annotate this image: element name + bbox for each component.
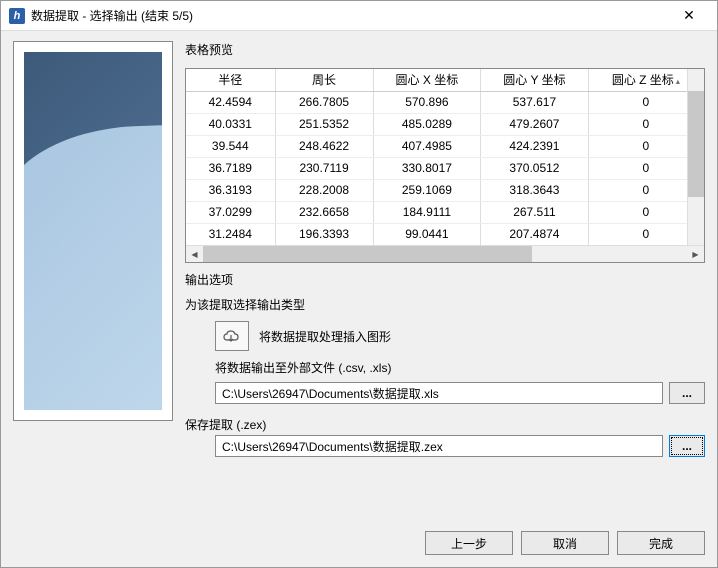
table-cell: 248.4622: [275, 135, 373, 157]
table-row[interactable]: 40.0331251.5352485.0289479.26070: [186, 113, 704, 135]
table-cell: 479.2607: [481, 113, 588, 135]
app-icon: h: [9, 8, 25, 24]
table-cell: 267.511: [481, 201, 588, 223]
export-label: 将数据输出至外部文件 (.csv, .xls): [215, 359, 705, 376]
export-path-input[interactable]: [215, 382, 663, 404]
table-cell: 37.0299: [186, 201, 275, 223]
table-row[interactable]: 39.544248.4622407.4985424.23910: [186, 135, 704, 157]
table-container: 半径 周长 圆心 X 坐标 圆心 Y 坐标 圆心 Z 坐标▴ 42.459426…: [185, 68, 705, 263]
export-browse-button[interactable]: ...: [669, 382, 705, 404]
save-path-input[interactable]: [215, 435, 663, 457]
table-cell: 99.0441: [373, 223, 481, 245]
output-type-label: 为该提取选择输出类型: [185, 296, 705, 313]
cloud-icon: [222, 328, 242, 344]
table-cell: 407.4985: [373, 135, 481, 157]
table-cell: 40.0331: [186, 113, 275, 135]
table-row[interactable]: 36.7189230.7119330.8017370.05120: [186, 157, 704, 179]
col-label: 半径: [218, 73, 242, 87]
table-cell: 570.896: [373, 91, 481, 113]
preview-frame: [13, 41, 173, 421]
table-cell: 36.7189: [186, 157, 275, 179]
col-radius[interactable]: 半径: [186, 69, 275, 91]
table-cell: 370.0512: [481, 157, 588, 179]
col-perimeter[interactable]: 周长: [275, 69, 373, 91]
table-cell: 39.544: [186, 135, 275, 157]
table-cell: 318.3643: [481, 179, 588, 201]
cancel-button[interactable]: 取消: [521, 531, 609, 555]
col-center-x[interactable]: 圆心 X 坐标: [373, 69, 481, 91]
col-label: 圆心 X 坐标: [396, 73, 459, 87]
save-section: 保存提取 (.zex) ...: [185, 416, 705, 457]
close-button[interactable]: ✕: [669, 2, 709, 30]
save-label: 保存提取 (.zex): [185, 416, 705, 433]
insert-label: 将数据提取处理插入图形: [259, 328, 391, 345]
horizontal-scrollbar-thumb[interactable]: [203, 246, 532, 262]
table-cell: 251.5352: [275, 113, 373, 135]
save-path-row: ...: [215, 435, 705, 457]
output-options: 输出选项 为该提取选择输出类型 将数据提取处理插入图形 将数据输出至外部文件 (…: [185, 271, 705, 404]
col-center-y[interactable]: 圆心 Y 坐标: [481, 69, 588, 91]
insert-row: 将数据提取处理插入图形: [215, 321, 705, 351]
table-row[interactable]: 37.0299232.6658184.9111267.5110: [186, 201, 704, 223]
horizontal-scrollbar-track[interactable]: [203, 246, 687, 262]
output-section-label: 输出选项: [185, 271, 705, 288]
table-row[interactable]: 31.2484196.339399.0441207.48740: [186, 223, 704, 245]
right-pane: 表格预览 半径 周长 圆心 X 坐标 圆心 Y 坐标 圆心 Z 坐标▴: [185, 41, 705, 515]
sort-icon: ▴: [676, 77, 680, 86]
back-button[interactable]: 上一步: [425, 531, 513, 555]
close-icon: ✕: [683, 7, 695, 24]
table-cell: 330.8017: [373, 157, 481, 179]
scroll-left-icon[interactable]: ◀: [186, 246, 203, 263]
save-browse-button[interactable]: ...: [669, 435, 705, 457]
preview-pane: [13, 41, 173, 515]
table-cell: 31.2484: [186, 223, 275, 245]
table-cell: 42.4594: [186, 91, 275, 113]
footer: 上一步 取消 完成: [1, 523, 717, 567]
table-cell: 266.7805: [275, 91, 373, 113]
table-cell: 196.3393: [275, 223, 373, 245]
vertical-scrollbar-thumb[interactable]: [688, 91, 704, 197]
table-cell: 36.3193: [186, 179, 275, 201]
table-cell: 230.7119: [275, 157, 373, 179]
insert-into-drawing-button[interactable]: [215, 321, 249, 351]
data-table: 半径 周长 圆心 X 坐标 圆心 Y 坐标 圆心 Z 坐标▴ 42.459426…: [186, 69, 704, 245]
table-row[interactable]: 42.4594266.7805570.896537.6170: [186, 91, 704, 113]
window-title: 数据提取 - 选择输出 (结束 5/5): [31, 7, 669, 24]
horizontal-scrollbar[interactable]: ◀ ▶: [186, 245, 704, 262]
finish-button[interactable]: 完成: [617, 531, 705, 555]
table-preview-label: 表格预览: [185, 41, 705, 58]
col-label: 圆心 Y 坐标: [503, 73, 565, 87]
titlebar: h 数据提取 - 选择输出 (结束 5/5) ✕: [1, 1, 717, 31]
table-cell: 537.617: [481, 91, 588, 113]
preview-image: [24, 52, 162, 410]
table-cell: 485.0289: [373, 113, 481, 135]
col-label: 周长: [312, 73, 336, 87]
col-label: 圆心 Z 坐标: [612, 73, 674, 87]
table-header-row: 半径 周长 圆心 X 坐标 圆心 Y 坐标 圆心 Z 坐标▴: [186, 69, 704, 91]
content-area: 表格预览 半径 周长 圆心 X 坐标 圆心 Y 坐标 圆心 Z 坐标▴: [1, 31, 717, 523]
table-cell: 207.4874: [481, 223, 588, 245]
export-path-row: ...: [215, 382, 705, 404]
table-cell: 259.1069: [373, 179, 481, 201]
table-cell: 228.2008: [275, 179, 373, 201]
table-cell: 184.9111: [373, 201, 481, 223]
vertical-scrollbar[interactable]: [687, 69, 704, 245]
table-scroll[interactable]: 半径 周长 圆心 X 坐标 圆心 Y 坐标 圆心 Z 坐标▴ 42.459426…: [186, 69, 704, 245]
table-cell: 424.2391: [481, 135, 588, 157]
table-cell: 232.6658: [275, 201, 373, 223]
scroll-right-icon[interactable]: ▶: [687, 246, 704, 263]
table-row[interactable]: 36.3193228.2008259.1069318.36430: [186, 179, 704, 201]
dialog-window: h 数据提取 - 选择输出 (结束 5/5) ✕ 表格预览 半径 周长: [0, 0, 718, 568]
